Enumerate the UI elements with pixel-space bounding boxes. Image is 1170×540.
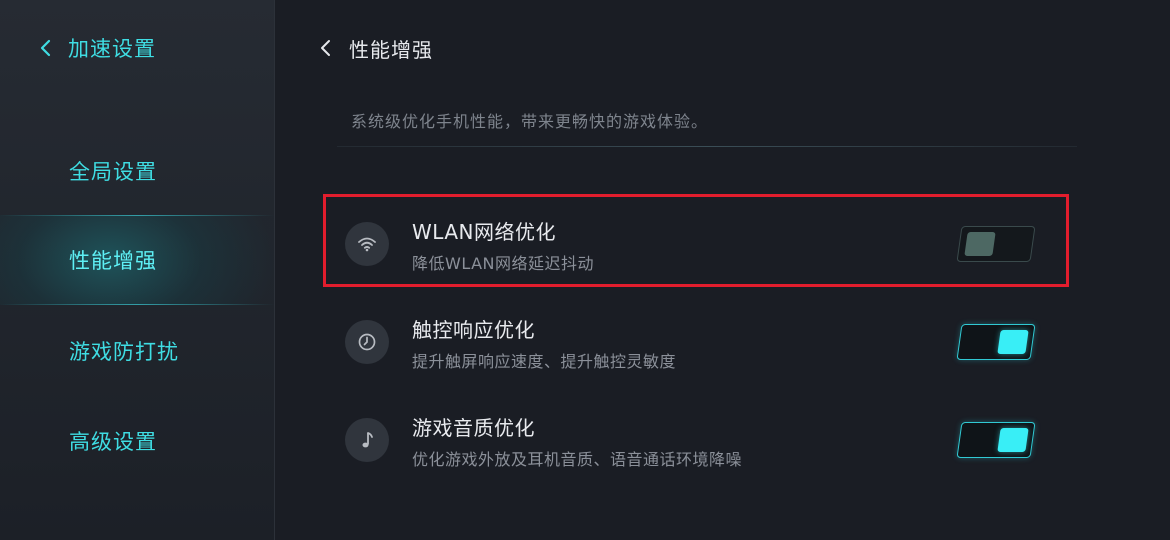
setting-title: 触控响应优化 <box>412 318 535 342</box>
audio-quality-toggle[interactable] <box>956 422 1036 458</box>
sidebar-item-label: 全局设置 <box>69 160 157 184</box>
sidebar-item-label: 性能增强 <box>69 249 157 273</box>
main-panel: 性能增强 系统级优化手机性能，带来更畅快的游戏体验。 WLAN网络优化 降低WL… <box>275 0 1170 540</box>
sidebar-item-game-no-disturb[interactable]: 游戏防打扰 <box>0 306 274 396</box>
clock-icon <box>345 320 389 364</box>
sidebar-item-advanced-settings[interactable]: 高级设置 <box>0 396 274 486</box>
sidebar-item-label: 游戏防打扰 <box>69 340 179 364</box>
toggle-knob <box>997 428 1029 452</box>
setting-title: 游戏音质优化 <box>412 416 535 440</box>
setting-title: WLAN网络优化 <box>412 220 557 244</box>
setting-row-wlan: WLAN网络优化 降低WLAN网络延迟抖动 <box>327 202 1107 282</box>
toggle-knob <box>964 232 996 256</box>
sidebar-item-label: 高级设置 <box>69 430 157 454</box>
sidebar: 加速设置 全局设置 性能增强 游戏防打扰 高级设置 <box>0 0 275 540</box>
setting-row-touch: 触控响应优化 提升触屏响应速度、提升触控灵敏度 <box>327 300 1107 380</box>
music-note-icon <box>345 418 389 462</box>
divider <box>337 146 1077 147</box>
sidebar-title: 加速设置 <box>68 37 156 61</box>
sidebar-back-button[interactable]: 加速设置 <box>38 30 156 66</box>
page-title: 性能增强 <box>349 37 433 62</box>
chevron-left-icon <box>321 40 330 56</box>
chevron-left-icon <box>40 39 51 57</box>
wifi-icon <box>345 222 389 266</box>
setting-row-audio: 游戏音质优化 优化游戏外放及耳机音质、语音通话环境降噪 <box>327 398 1107 478</box>
toggle-knob <box>997 330 1029 354</box>
setting-subtitle: 降低WLAN网络延迟抖动 <box>412 254 595 273</box>
sidebar-item-global-settings[interactable]: 全局设置 <box>0 126 274 216</box>
page-description: 系统级优化手机性能，带来更畅快的游戏体验。 <box>351 112 709 131</box>
main-back-button[interactable]: 性能增强 <box>319 30 433 66</box>
wlan-optimization-toggle[interactable] <box>956 226 1036 262</box>
setting-subtitle: 提升触屏响应速度、提升触控灵敏度 <box>412 352 677 371</box>
touch-response-toggle[interactable] <box>956 324 1036 360</box>
setting-subtitle: 优化游戏外放及耳机音质、语音通话环境降噪 <box>412 450 743 469</box>
sidebar-item-performance-boost[interactable]: 性能增强 <box>0 215 274 305</box>
